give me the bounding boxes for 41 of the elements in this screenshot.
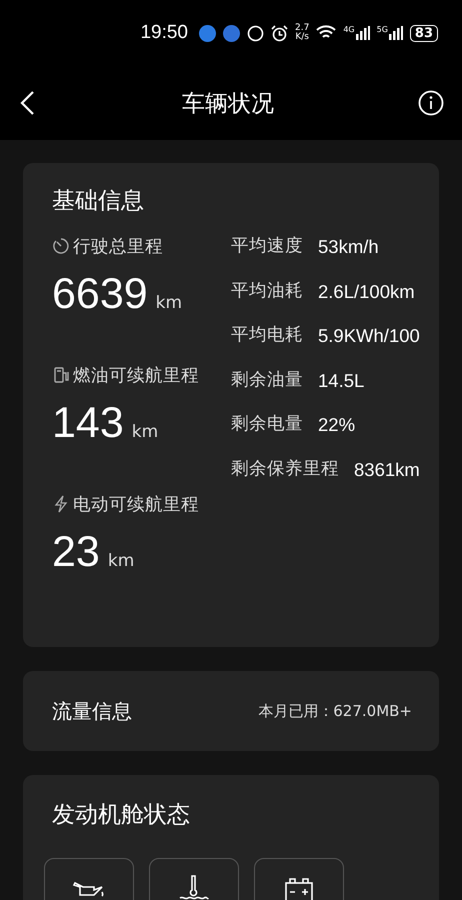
range-unit: km [108, 551, 134, 571]
card-title: 发动机舱状态 [51, 801, 191, 830]
data-usage-card[interactable]: 流量信息 本月已用：627.0MB+ [23, 671, 439, 751]
card-title: 基础信息 [52, 187, 145, 216]
stat-value: 53km/h [318, 235, 379, 259]
card-title: 流量信息 [52, 698, 132, 724]
stat-value: 8361km [354, 458, 420, 482]
range-unit: km [132, 422, 158, 442]
car-battery-icon [285, 878, 313, 900]
data-usage-text: 本月已用：627.0MB+ [258, 702, 412, 720]
range-label: 燃油可续航里程 [73, 365, 199, 387]
signal-icon [388, 26, 403, 40]
coolant-temperature-icon [178, 874, 210, 900]
gauge-icon [52, 237, 70, 255]
stat-label: 平均电耗 [231, 324, 303, 347]
fuel-pump-icon [52, 366, 70, 384]
range-value: 6639 [52, 270, 148, 319]
network-type: 4G [343, 26, 355, 34]
page-title: 车辆状况 [182, 90, 274, 118]
stat-label: 剩余电量 [231, 413, 303, 436]
stat-label: 剩余油量 [231, 368, 303, 392]
stat-value: 2.6L/100km [318, 280, 415, 304]
info-icon[interactable] [418, 90, 444, 116]
range-label: 电动可续航里程 [73, 494, 199, 516]
alarm-clock-icon [270, 24, 288, 42]
signal-icon [356, 26, 370, 40]
network-speed: 2.7 K/s [294, 24, 310, 42]
range-unit: km [156, 293, 182, 313]
battery-level: 83 [410, 24, 438, 42]
stat-value: 5.9KWh/100 [318, 324, 420, 348]
network-type: 5G [376, 26, 388, 34]
lightning-icon [52, 495, 70, 513]
status-time: 19:50 [140, 22, 188, 44]
range-label: 行驶总里程 [73, 236, 163, 258]
stat-label: 剩余保养里程 [231, 458, 339, 480]
stat-label: 平均速度 [231, 235, 303, 258]
stat-label: 平均油耗 [231, 280, 303, 302]
range-value: 143 [52, 399, 124, 448]
range-value: 23 [52, 528, 100, 577]
stat-value: 14.5L [318, 368, 364, 392]
stat-value: 22% [318, 413, 356, 437]
